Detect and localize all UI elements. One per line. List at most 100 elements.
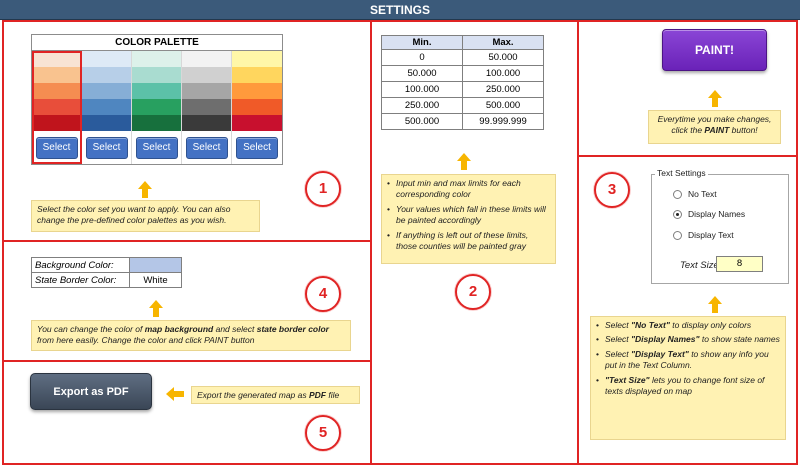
table-row: 500.000 99.999.999 (381, 113, 544, 130)
radio-label: Display Text (688, 230, 734, 240)
limits-note-item: Your values which fall in these limits w… (387, 204, 550, 227)
limit-cell[interactable]: 250.000 (381, 97, 463, 114)
radio-label: Display Names (688, 209, 746, 219)
text-settings-note-item: "Text Size" lets you to change font size… (596, 375, 780, 398)
select-palette-button[interactable]: Select (185, 136, 228, 159)
limit-cell[interactable]: 99.999.999 (462, 113, 544, 130)
step-badge-1: 1 (305, 171, 341, 207)
select-palette-button[interactable]: Select (85, 136, 128, 159)
select-palette-button[interactable]: Select (35, 136, 78, 159)
color-swatch (82, 51, 131, 67)
color-swatch (32, 99, 81, 115)
radio-display-names[interactable]: Display Names (673, 209, 745, 219)
text-size-input[interactable]: 8 (716, 256, 763, 272)
radio-circle-icon (673, 230, 682, 240)
radio-label: No Text (688, 189, 717, 199)
text-settings-note-item: Select "No Text" to display only colors (596, 320, 780, 332)
text-settings-legend: Text Settings (655, 168, 708, 178)
color-swatch (132, 51, 181, 67)
color-swatch (82, 115, 131, 131)
select-palette-button[interactable]: Select (135, 136, 178, 159)
palette-note: Select the color set you want to apply. … (31, 200, 260, 232)
palette-column: Select (232, 51, 282, 164)
limits-note-item: Input min and max limits for each corres… (387, 178, 550, 201)
radio-no-text[interactable]: No Text (673, 189, 717, 199)
color-swatch (132, 115, 181, 131)
limit-cell[interactable]: 250.000 (462, 81, 544, 98)
select-area: Select (232, 131, 282, 164)
limits-note-item: If anything is left out of these limits,… (387, 230, 550, 253)
color-swatch (82, 67, 131, 83)
limits-header-max: Max. (462, 35, 544, 50)
text-settings-note-item: Select "Display Names" to show state nam… (596, 334, 780, 346)
palette-title: COLOR PALETTE (32, 35, 282, 51)
step-badge-3: 3 (594, 172, 630, 208)
text-settings-note-item: Select "Display Text" to show any info y… (596, 349, 780, 372)
palette-column: Select (82, 51, 132, 164)
limit-cell[interactable]: 500.000 (462, 97, 544, 114)
border-color-label: State Border Color: (31, 272, 130, 288)
palette-column: Select (132, 51, 182, 164)
limits-header-min: Min. (381, 35, 463, 50)
table-row: 50.000 100.000 (381, 65, 544, 82)
palette-column: Select (182, 51, 232, 164)
select-palette-button[interactable]: Select (236, 136, 278, 159)
paint-button[interactable]: PAINT! (662, 29, 767, 71)
settings-header: SETTINGS (0, 0, 800, 20)
step-badge-2: 2 (455, 274, 491, 310)
arrow-up-icon (149, 300, 163, 317)
step-badge-5: 5 (305, 415, 341, 451)
color-swatch (32, 51, 81, 67)
radio-display-text[interactable]: Display Text (673, 230, 734, 240)
radio-circle-icon (673, 189, 682, 199)
step-badge-4: 4 (305, 276, 341, 312)
table-row: 100.000 250.000 (381, 81, 544, 98)
color-swatch (32, 115, 81, 131)
export-note: Export the generated map as PDF file (191, 386, 360, 404)
select-area: Select (132, 131, 181, 164)
background-color-label: Background Color: (31, 257, 130, 273)
palette-column: Select (32, 51, 82, 164)
colors-note: You can change the color of map backgrou… (31, 320, 351, 351)
color-swatch (232, 99, 282, 115)
radio-selected-icon (673, 209, 682, 219)
color-swatch (182, 83, 231, 99)
color-swatch (232, 115, 282, 131)
limit-cell[interactable]: 500.000 (381, 113, 463, 130)
color-swatch (32, 83, 81, 99)
select-area: Select (82, 131, 131, 164)
arrow-left-icon (166, 387, 184, 401)
color-swatch (232, 51, 282, 67)
arrow-up-icon (457, 153, 471, 170)
table-row: 0 50.000 (381, 49, 544, 66)
color-swatch (182, 99, 231, 115)
map-colors-table: Background Color: State Border Color: Wh… (31, 257, 182, 288)
limit-cell[interactable]: 100.000 (381, 81, 463, 98)
color-swatch (82, 83, 131, 99)
paint-note: Everytime you make changes, click the PA… (648, 110, 781, 144)
arrow-up-icon (138, 181, 152, 198)
color-swatch (132, 99, 181, 115)
limit-cell[interactable]: 100.000 (462, 65, 544, 82)
limit-cell[interactable]: 50.000 (381, 65, 463, 82)
limits-note: Input min and max limits for each corres… (381, 174, 556, 264)
color-swatch (232, 83, 282, 99)
select-area: Select (32, 131, 81, 164)
color-swatch (232, 67, 282, 83)
limits-table: Min. Max. 0 50.000 50.000 100.000 100.000 250… (381, 35, 544, 130)
color-palette: COLOR PALETTE Select Select Select Select Se… (31, 34, 283, 165)
table-row: 250.000 500.000 (381, 97, 544, 114)
color-swatch (182, 67, 231, 83)
color-swatch (32, 67, 81, 83)
color-swatch (132, 83, 181, 99)
color-swatch (132, 67, 181, 83)
color-swatch (182, 115, 231, 131)
arrow-up-icon (708, 296, 722, 313)
export-pdf-button[interactable]: Export as PDF (30, 373, 152, 410)
background-color-cell[interactable] (129, 257, 182, 273)
limit-cell[interactable]: 50.000 (462, 49, 544, 66)
color-swatch (182, 51, 231, 67)
limit-cell[interactable]: 0 (381, 49, 463, 66)
border-color-cell[interactable]: White (129, 272, 182, 288)
color-swatch (82, 99, 131, 115)
